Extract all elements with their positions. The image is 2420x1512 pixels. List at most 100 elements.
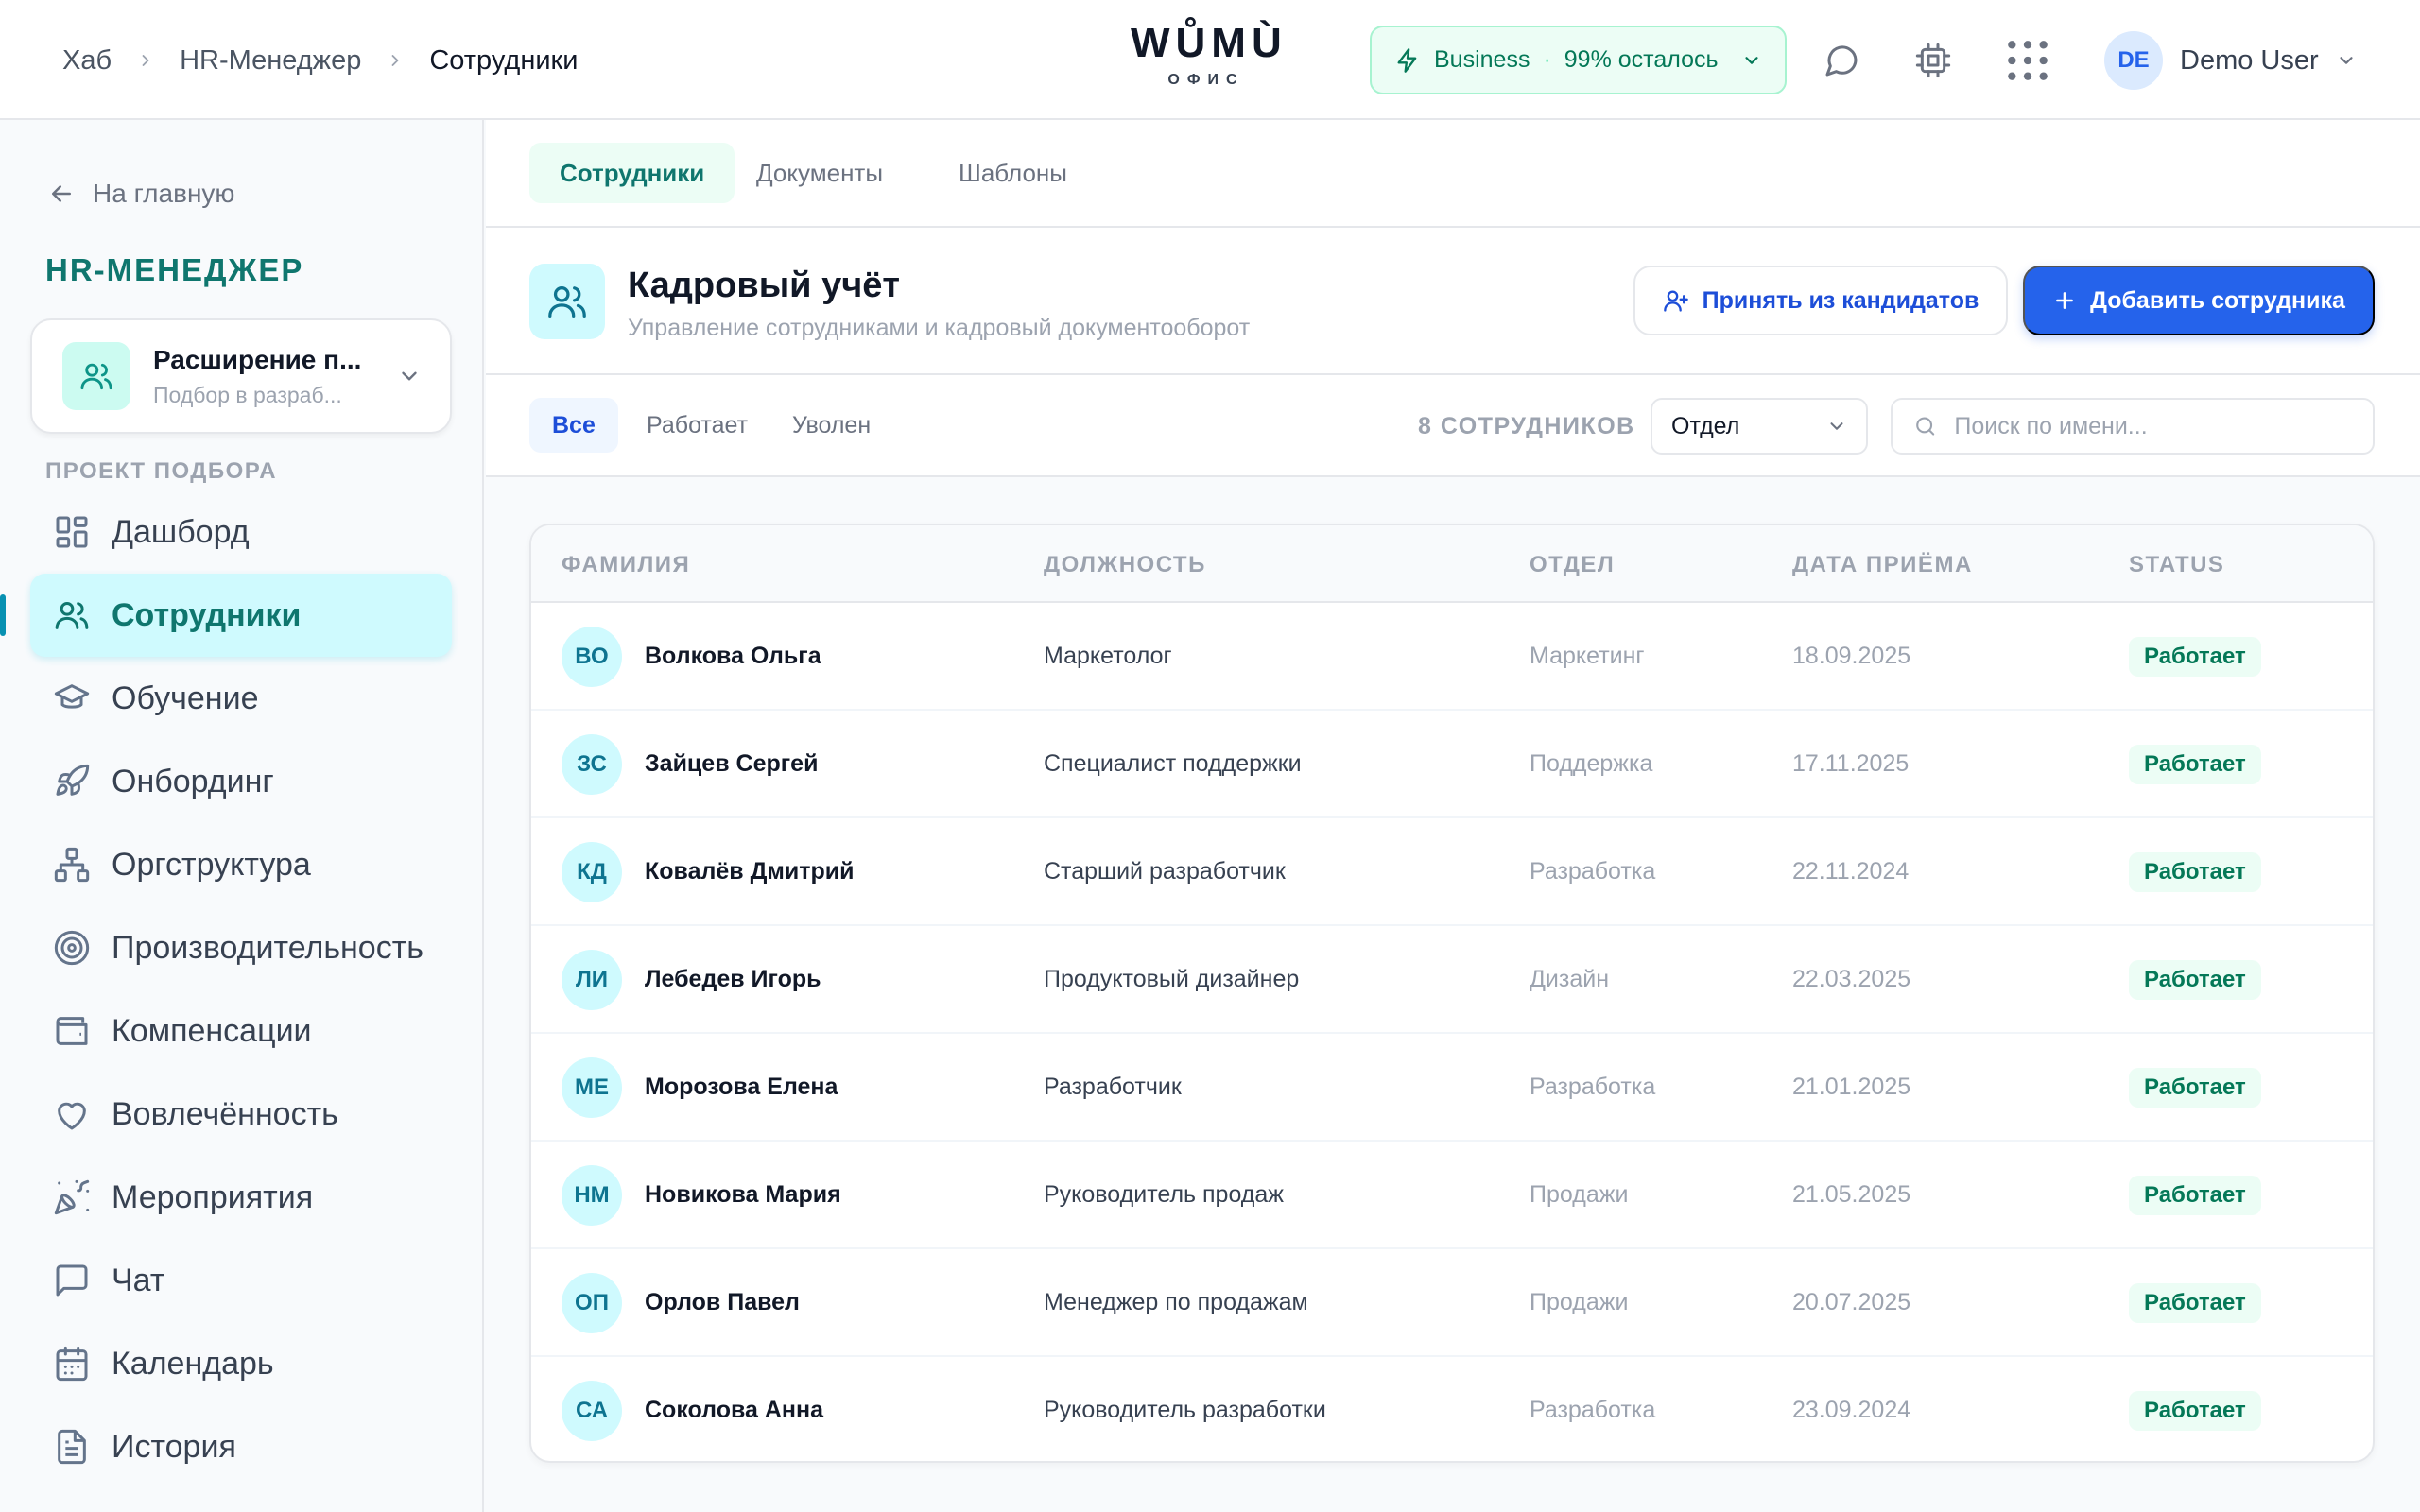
employee-hire-date: 22.03.2025 xyxy=(1792,966,1911,992)
filter-all[interactable]: Все xyxy=(529,398,618,453)
department-select[interactable]: Отдел xyxy=(1651,398,1868,455)
tab-documents[interactable]: Документы xyxy=(726,143,913,203)
logo-main: WŮMÙ xyxy=(1131,20,1288,66)
chevron-down-icon xyxy=(1830,422,1843,430)
sidebar-item-label: Дашборд xyxy=(112,513,250,550)
table-row[interactable]: КД Ковалёв Дмитрий Старший разработчик Р… xyxy=(531,818,2373,926)
avatar: СА xyxy=(562,1381,622,1441)
graduation-cap-icon xyxy=(54,684,90,709)
apps-grid-icon[interactable] xyxy=(2004,37,2051,84)
document-icon xyxy=(58,1429,86,1465)
user-menu[interactable]: DE Demo User xyxy=(2104,31,2357,90)
table-row[interactable]: СА Соколова Анна Руководитель разработки… xyxy=(531,1357,2373,1461)
filter-dismissed[interactable]: Уволен xyxy=(769,398,893,453)
avatar: DE xyxy=(2104,31,2163,90)
tab-templates[interactable]: Шаблоны xyxy=(928,143,1098,203)
employee-hire-date: 23.09.2024 xyxy=(1792,1397,1911,1423)
search-icon xyxy=(1916,417,1935,436)
top-bar: Хаб HR-Менеджер Сотрудники WŮMÙ ОФИС Bus… xyxy=(0,0,2420,120)
employee-name: Лебедев Игорь xyxy=(645,966,821,992)
employee-hire-date: 18.09.2025 xyxy=(1792,643,1911,669)
employee-position: Разработчик xyxy=(1044,1074,1182,1100)
avatar: ВО xyxy=(562,627,622,687)
back-home-link[interactable]: На главную xyxy=(47,179,234,209)
lightning-icon xyxy=(1397,47,1417,73)
table-row[interactable]: НМ Новикова Мария Руководитель продаж Пр… xyxy=(531,1142,2373,1249)
employee-position: Руководитель продаж xyxy=(1044,1181,1285,1208)
org-chart-icon xyxy=(54,847,90,883)
search-box xyxy=(1891,398,2375,455)
avatar: КД xyxy=(562,842,622,902)
sidebar-item-performance[interactable]: Производительность xyxy=(30,906,452,989)
sidebar-item-label: Вовлечённость xyxy=(112,1095,338,1132)
employee-name: Орлов Павел xyxy=(645,1289,800,1315)
status-badge: Работает xyxy=(2129,637,2261,677)
sidebar-item-history[interactable]: История xyxy=(30,1405,452,1488)
sidebar-item-label: Производительность xyxy=(112,929,424,966)
main-content: Сотрудники Документы Шаблоны Кадровый уч… xyxy=(486,120,2420,1512)
column-header-surname[interactable]: ФАМИЛИЯ xyxy=(562,552,690,578)
chat-icon xyxy=(56,1264,88,1297)
breadcrumb-hub[interactable]: Хаб xyxy=(62,45,112,77)
back-home-label: На главную xyxy=(93,179,235,208)
chevron-right-icon xyxy=(142,55,149,66)
search-input[interactable] xyxy=(1954,412,2352,440)
employee-hire-date: 17.11.2025 xyxy=(1792,750,1910,777)
wallet-icon xyxy=(56,1017,88,1045)
status-badge: Работает xyxy=(2129,1391,2261,1431)
plan-name: Business xyxy=(1434,46,1530,73)
employee-department: Разработка xyxy=(1530,1397,1656,1423)
column-header-position[interactable]: ДОЛЖНОСТЬ xyxy=(1044,552,1206,578)
cpu-icon[interactable] xyxy=(1914,42,1952,79)
sidebar-item-employees[interactable]: Сотрудники xyxy=(0,574,452,657)
dashboard-icon xyxy=(56,516,88,548)
column-header-department[interactable]: ОТДЕЛ xyxy=(1530,552,1615,578)
sidebar-item-chat[interactable]: Чат xyxy=(30,1239,452,1322)
employee-position: Специалист поддержки xyxy=(1044,750,1302,777)
table-row[interactable]: ВО Волкова Ольга Маркетолог Маркетинг 18… xyxy=(531,603,2373,711)
column-header-hire-date[interactable]: ДАТА ПРИЁМА xyxy=(1792,552,1973,578)
sidebar-item-compensation[interactable]: Компенсации xyxy=(30,989,452,1073)
section-label: ПРОЕКТ ПОДБОРА xyxy=(45,458,278,484)
sidebar-item-training[interactable]: Обучение xyxy=(30,657,452,740)
status-badge: Работает xyxy=(2129,1283,2261,1323)
user-name: Demo User xyxy=(2180,44,2319,76)
avatar: НМ xyxy=(562,1165,622,1226)
tab-employees[interactable]: Сотрудники xyxy=(529,143,735,203)
employee-position: Старший разработчик xyxy=(1044,858,1286,885)
table-row[interactable]: ОП Орлов Павел Менеджер по продажам Прод… xyxy=(531,1249,2373,1357)
sidebar-item-org-structure[interactable]: Оргструктура xyxy=(30,823,452,906)
chat-icon[interactable] xyxy=(1823,42,1860,79)
add-employee-button[interactable]: Добавить сотрудника xyxy=(2023,266,2375,335)
sidebar-item-label: Оргструктура xyxy=(112,846,311,883)
column-header-status[interactable]: STATUS xyxy=(2129,552,2224,578)
avatar: ЗС xyxy=(562,734,622,795)
app-logo[interactable]: WŮMÙ ОФИС xyxy=(1131,21,1282,89)
project-selector[interactable]: Расширение п... Подбор в разраб... xyxy=(30,318,452,434)
employee-position: Менеджер по продажам xyxy=(1044,1289,1308,1315)
sidebar-item-label: Онбординг xyxy=(112,763,274,799)
employee-department: Маркетинг xyxy=(1530,643,1645,669)
sidebar-item-dashboard[interactable]: Дашборд xyxy=(30,490,452,574)
employee-position: Руководитель разработки xyxy=(1044,1397,1326,1423)
accept-from-candidates-button[interactable]: Принять из кандидатов xyxy=(1634,266,2008,335)
table-row[interactable]: ЛИ Лебедев Игорь Продуктовый дизайнер Ди… xyxy=(531,926,2373,1034)
status-badge: Работает xyxy=(2129,1068,2261,1108)
status-badge: Работает xyxy=(2129,1176,2261,1215)
sidebar-item-calendar[interactable]: Календарь xyxy=(30,1322,452,1405)
chevron-down-icon xyxy=(1745,56,1758,64)
department-select-value: Отдел xyxy=(1671,412,1740,439)
add-button-label: Добавить сотрудника xyxy=(2090,286,2345,314)
table-row[interactable]: ЗС Зайцев Сергей Специалист поддержки По… xyxy=(531,711,2373,818)
sidebar-item-onboarding[interactable]: Онбординг xyxy=(30,740,452,823)
sidebar-title: HR-МЕНЕДЖЕР xyxy=(45,252,304,287)
heart-icon xyxy=(58,1102,86,1130)
breadcrumb-hr-manager[interactable]: HR-Менеджер xyxy=(180,45,361,77)
sidebar-item-engagement[interactable]: Вовлечённость xyxy=(30,1073,452,1156)
sidebar-item-events[interactable]: Мероприятия xyxy=(30,1156,452,1239)
employee-position: Маркетолог xyxy=(1044,643,1172,669)
filter-working[interactable]: Работает xyxy=(624,398,770,453)
table-row[interactable]: МЕ Морозова Елена Разработчик Разработка… xyxy=(531,1034,2373,1142)
plan-badge[interactable]: Business · 99% осталось xyxy=(1370,26,1787,94)
page-header: Кадровый учёт Управление сотрудниками и … xyxy=(486,228,2420,375)
